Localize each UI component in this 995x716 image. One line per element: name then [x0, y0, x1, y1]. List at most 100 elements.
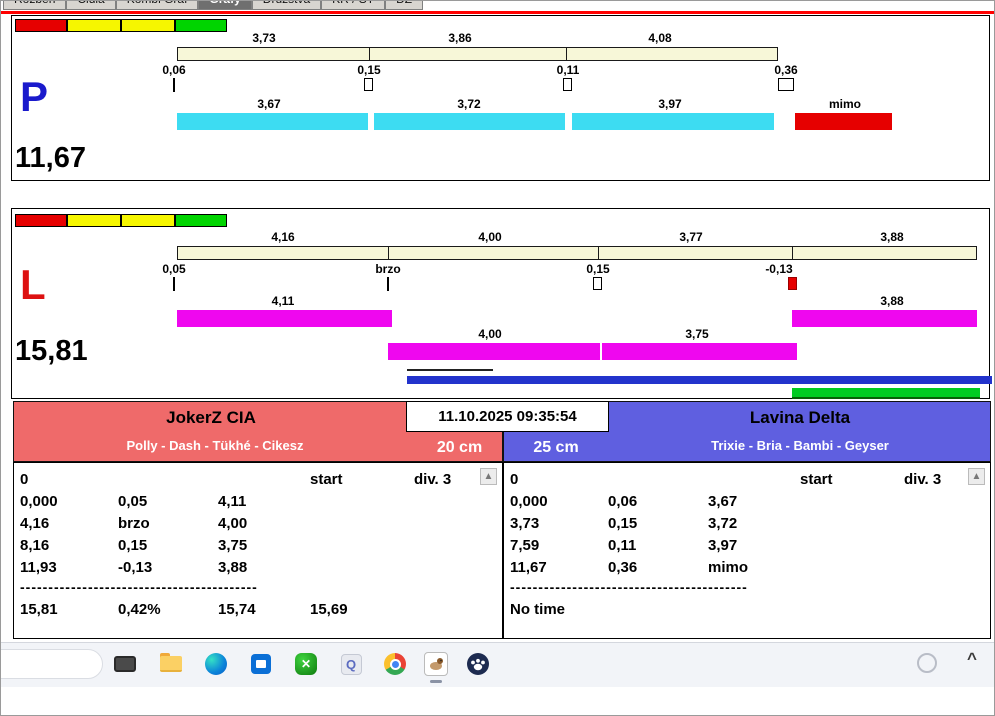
- split-label: 3,88: [880, 230, 904, 244]
- tick-marker-fault: [788, 277, 797, 290]
- file-explorer-icon[interactable]: [157, 650, 185, 678]
- cell: 4,00: [218, 515, 248, 532]
- fault-label: mimo: [828, 97, 861, 111]
- team-left-category: 20 cm: [436, 439, 483, 456]
- cell: 8,16: [20, 537, 50, 554]
- split-label: 3,88: [880, 294, 904, 308]
- scale-segment: [369, 47, 567, 61]
- cell: 3,75: [218, 537, 248, 554]
- cell: 3,72: [708, 515, 738, 532]
- cell: div. 3: [904, 471, 942, 488]
- split-label: 4,16: [271, 230, 295, 244]
- cell: 4,11: [218, 493, 247, 510]
- split-bar-magenta: [177, 310, 392, 327]
- table-row: 0,000 0,06 3,67: [504, 493, 990, 513]
- cell: 3,88: [218, 559, 248, 576]
- cell: 0,06: [608, 493, 638, 510]
- cell: 3,97: [708, 537, 738, 554]
- tick-marker: [563, 78, 572, 91]
- taskbar-search-input[interactable]: [1, 649, 103, 679]
- table-row: 0 start div. 3: [504, 471, 990, 491]
- tick-marker: [173, 78, 175, 92]
- split-label: 3,72: [457, 97, 481, 111]
- table-row: 4,16 brzo 4,00: [14, 515, 502, 535]
- scroll-up-button[interactable]: ▲: [480, 468, 497, 485]
- cell: 15,74: [218, 601, 256, 618]
- tick-marker: [173, 277, 175, 291]
- cell: mimo: [708, 559, 749, 576]
- window-icon[interactable]: [111, 650, 139, 678]
- change-label: brzo: [375, 262, 401, 276]
- cell: brzo: [118, 515, 150, 532]
- tab-kombi-graf[interactable]: Kombi Graf: [115, 1, 199, 10]
- table-row: 11,93 -0,13 3,88: [14, 559, 502, 579]
- edge-icon[interactable]: [202, 650, 230, 678]
- active-app-indicator: [430, 680, 442, 683]
- tab-druzstva[interactable]: Družstva: [251, 1, 322, 10]
- cell: 0,000: [20, 493, 58, 510]
- tab-kr-st[interactable]: KR / ST: [321, 1, 386, 10]
- tab-rozbeh[interactable]: Rozběh: [3, 1, 67, 10]
- taskbar: [1, 642, 994, 687]
- cell: 7,59: [510, 537, 540, 554]
- split-bar-cyan: [572, 113, 774, 130]
- progress-bar-green: [792, 388, 980, 399]
- store-icon[interactable]: [247, 650, 275, 678]
- cell: start: [800, 471, 833, 488]
- timestamp: 11.10.2025 09:35:54: [406, 401, 609, 432]
- scale-block-red: [15, 19, 67, 32]
- table-row: 3,73 0,15 3,72: [504, 515, 990, 535]
- app-q-icon[interactable]: Q: [337, 650, 365, 678]
- table-row: 0 start div. 3: [14, 471, 502, 491]
- panel-l: 4,16 4,00 3,77 3,88 0,05 brzo 0,15 -0,13…: [11, 208, 992, 399]
- dog-app-icon[interactable]: [422, 650, 450, 678]
- change-label: -0,13: [765, 262, 793, 276]
- split-label: 4,00: [478, 327, 502, 341]
- cell: 0,000: [510, 493, 548, 510]
- cell: 0,15: [118, 537, 148, 554]
- team-right-members: Trixie - Bria - Bambi - Geyser: [711, 438, 889, 453]
- split-label: 3,97: [658, 97, 682, 111]
- progress-line: [407, 369, 493, 371]
- cell: 0,05: [118, 493, 148, 510]
- split-label: 3,73: [252, 31, 276, 45]
- tab-cidla[interactable]: Čidla: [66, 1, 116, 10]
- xbox-icon[interactable]: ✕: [292, 650, 320, 678]
- cell: 0: [510, 471, 519, 488]
- change-label: 0,05: [162, 262, 186, 276]
- table-separator: ----------------------------------------…: [20, 579, 258, 595]
- table-row: 11,67 0,36 mimo: [504, 559, 990, 579]
- paw-art: [467, 653, 489, 675]
- dog-art: [430, 658, 443, 670]
- cell: start: [310, 471, 343, 488]
- cell: -0,13: [118, 559, 153, 576]
- fault-bar-red: [795, 113, 892, 130]
- split-label: 3,86: [448, 31, 472, 45]
- chrome-icon[interactable]: [381, 650, 409, 678]
- xbox-x-glyph: ✕: [300, 657, 312, 671]
- cell: 3,67: [708, 493, 738, 510]
- tray-sync-icon[interactable]: [917, 653, 937, 673]
- split-bar-magenta: [792, 310, 977, 327]
- tab-dz[interactable]: DZ: [385, 1, 424, 10]
- scroll-up-button[interactable]: ▲: [968, 468, 985, 485]
- tab-bar: Rozběh Čidla Kombi Graf Grafy Družstva K…: [1, 1, 994, 11]
- cell: 0,15: [608, 515, 638, 532]
- lane-l-total-time: 15,81: [15, 335, 88, 367]
- tab-grafy[interactable]: Grafy: [198, 1, 252, 10]
- table-total-row: 15,81 0,42% 15,74 15,69: [14, 601, 502, 621]
- change-label: 0,15: [357, 63, 381, 77]
- tray-chevron-up-icon[interactable]: ^: [967, 649, 977, 669]
- scale-segment: [388, 246, 599, 260]
- scale-block-yellow: [121, 214, 175, 227]
- paw-icon[interactable]: [464, 650, 492, 678]
- cell: 0,42%: [118, 601, 161, 618]
- split-label: 3,77: [679, 230, 703, 244]
- panel-p: 3,73 3,86 4,08 0,06 0,15 0,11 0,36 P 3,6…: [11, 15, 990, 181]
- cell: 11,67: [510, 559, 547, 576]
- team-left-name: JokerZ CIA: [166, 408, 256, 427]
- team-right-name: Lavina Delta: [749, 408, 851, 427]
- change-label: 0,06: [162, 63, 186, 77]
- scale-segment: [598, 246, 793, 260]
- scale-block-yellow: [67, 214, 121, 227]
